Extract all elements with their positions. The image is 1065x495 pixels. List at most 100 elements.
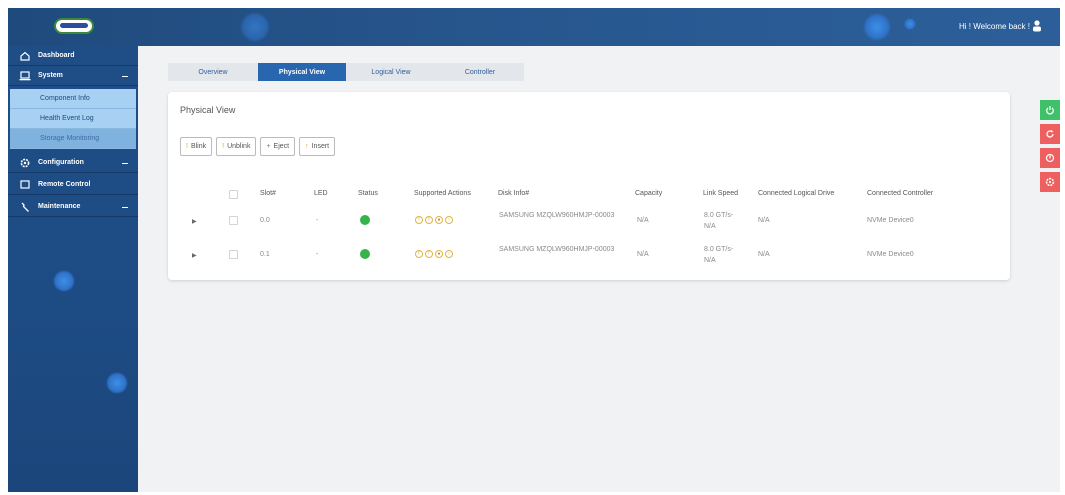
refresh-icon [1046,130,1054,138]
sidebar-item-label: Storage Monitoring [40,135,100,142]
unblink-button[interactable]: ! Unblink [216,137,257,156]
sidebar-item-maintenance[interactable]: Maintenance [8,197,138,217]
panel-title: Physical View [180,105,236,115]
decorative-glow [863,13,891,41]
tab-controller[interactable]: Controller [436,63,524,81]
sidebar-item-label: System [38,72,63,79]
supported-actions-icons: ! ! ● ↑ [415,250,453,258]
column-header-capacity[interactable]: Capacity [635,190,662,197]
action-toolbar: ! Blink ! Unblink + Eject ↑ Insert [180,137,336,156]
reset-button[interactable] [1040,124,1060,144]
sidebar-item-health-event-log[interactable]: Health Event Log [10,109,136,129]
power-button[interactable] [1040,100,1060,120]
bulb-icon: ! [186,143,188,150]
capacity-cell: N/A [637,217,649,224]
link-speed-cell: 8.0 GT/s-N/A [704,212,734,230]
sidebar-item-label: Health Event Log [40,115,94,122]
column-header-link-speed[interactable]: Link Speed [703,190,738,197]
home-icon [18,51,32,61]
eject-button[interactable]: + Eject [260,137,296,156]
tab-physical-view[interactable]: Physical View [258,63,346,81]
tab-logical-view[interactable]: Logical View [346,63,436,81]
sidebar-item-configuration[interactable]: Configuration [8,153,138,173]
decorative-glow [904,18,916,30]
insert-button[interactable]: ↑ Insert [299,137,336,156]
capacity-cell: N/A [637,251,649,258]
insert-action-icon[interactable]: ↑ [445,250,453,258]
physical-view-panel: Physical View ! Blink ! Unblink + Eject … [168,92,1010,280]
laptop-icon [18,70,32,81]
column-header-led[interactable]: LED [314,190,328,197]
select-all-checkbox[interactable] [229,190,238,199]
chevron-down-icon [122,163,128,164]
slot-cell: 0.0 [260,217,270,224]
view-tabs: Overview Physical View Logical View Cont… [168,63,524,81]
column-header-connected-logical-drive[interactable]: Connected Logical Drive [758,190,834,197]
disk-info-cell: SAMSUNG MZQLW960HMJP-00003 [499,246,615,253]
column-header-connected-controller[interactable]: Connected Controller [867,190,933,197]
sidebar-item-dashboard[interactable]: Dashboard [8,46,138,66]
sidebar-item-label: Component Info [40,95,90,102]
shutdown-button[interactable] [1040,148,1060,168]
insert-action-icon[interactable]: ↑ [445,216,453,224]
supermicro-logo[interactable] [54,18,94,34]
sidebar-item-label: Remote Control [38,181,91,188]
expand-row-icon[interactable]: ▶ [192,218,197,225]
app-window: Hi ! Welcome back ! Dashboard System Com… [8,8,1060,492]
row-checkbox[interactable] [229,250,238,259]
eject-action-icon[interactable]: ● [435,250,443,258]
blink-button[interactable]: ! Blink [180,137,213,156]
disk-info-cell: SAMSUNG MZQLW960HMJP-00003 [499,212,615,219]
bulb-icon: ! [222,143,225,150]
welcome-text: Hi ! Welcome back ! [959,22,1030,31]
logical-drive-cell: N/A [758,251,770,258]
tab-overview[interactable]: Overview [168,63,258,81]
column-header-disk-info[interactable]: Disk Info# [498,190,529,197]
unblink-button-label: Unblink [227,143,251,150]
controller-cell: NVMe Device0 [867,217,914,224]
unblink-action-icon[interactable]: ! [425,216,433,224]
link-speed-cell: 8.0 GT/s-N/A [704,246,734,264]
row-checkbox[interactable] [229,216,238,225]
slot-cell: 0.1 [260,251,270,258]
unblink-action-icon[interactable]: ! [425,250,433,258]
power-off-icon [1045,153,1055,163]
blink-button-label: Blink [190,143,207,150]
eject-button-label: Eject [273,143,290,150]
decorative-glow [106,372,128,394]
status-ok-icon [360,249,370,259]
power-icon [1046,106,1054,115]
sidebar-item-label: Configuration [38,159,84,166]
wrench-icon [18,202,32,212]
column-header-slot[interactable]: Slot# [260,190,276,197]
sidebar-item-system[interactable]: System [8,66,138,86]
led-cell: - [316,217,319,224]
eject-action-icon[interactable]: ● [435,216,443,224]
gear-icon [1045,177,1055,187]
led-cell: - [316,251,319,258]
supported-actions-icons: ! ! ● ↑ [415,216,453,224]
decorative-glow [240,12,270,42]
gear-icon [18,158,32,168]
monitor-icon [18,179,32,190]
blink-action-icon[interactable]: ! [415,250,423,258]
top-bar: Hi ! Welcome back ! [8,8,1060,46]
sidebar-item-component-info[interactable]: Component Info [10,89,136,109]
expand-row-icon[interactable]: ▶ [192,252,197,259]
sidebar-item-label: Dashboard [38,52,75,59]
blink-action-icon[interactable]: ! [415,216,423,224]
sidebar-item-storage-monitoring[interactable]: Storage Monitoring [10,129,136,149]
status-ok-icon [360,215,370,225]
chevron-down-icon [122,76,128,77]
eject-icon: + [266,143,271,150]
column-header-supported-actions[interactable]: Supported Actions [414,190,471,197]
controller-cell: NVMe Device0 [867,251,914,258]
settings-control-button[interactable] [1040,172,1060,192]
decorative-glow [53,270,75,292]
insert-icon: ↑ [305,143,309,150]
sidebar-item-remote-control[interactable]: Remote Control [8,175,138,195]
column-header-status[interactable]: Status [358,190,378,197]
chevron-down-icon [122,207,128,208]
insert-button-label: Insert [311,143,330,150]
user-icon[interactable] [1032,20,1042,32]
